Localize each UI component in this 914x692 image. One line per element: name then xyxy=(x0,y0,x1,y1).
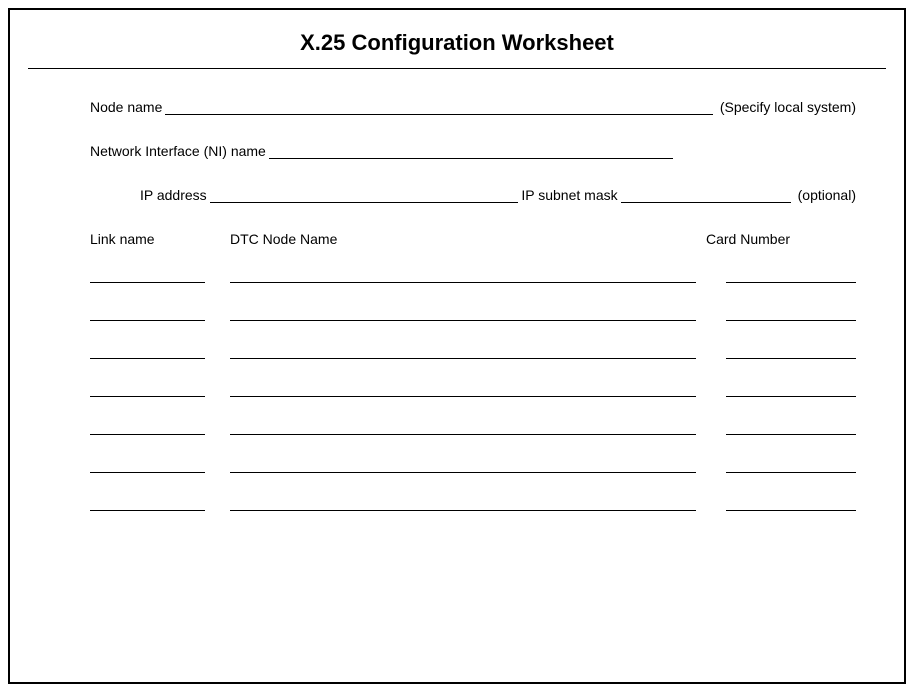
col-header-card-number: Card Number xyxy=(706,231,856,247)
entries-container xyxy=(90,269,856,511)
col-header-link-name: Link name xyxy=(90,231,230,247)
card-number-blank xyxy=(726,345,856,359)
dtc-node-name-blank xyxy=(230,497,696,511)
ip-row: IP address IP subnet mask (optional) xyxy=(90,187,856,203)
col-header-dtc-node-name: DTC Node Name xyxy=(230,231,706,247)
node-name-blank xyxy=(165,101,712,115)
columns-header: Link name DTC Node Name Card Number xyxy=(90,231,856,247)
link-name-blank xyxy=(90,269,205,283)
ip-subnet-label: IP subnet mask xyxy=(521,187,617,203)
dtc-node-name-blank xyxy=(230,421,696,435)
link-name-blank xyxy=(90,383,205,397)
link-name-blank xyxy=(90,459,205,473)
node-name-hint: (Specify local system) xyxy=(720,99,856,115)
link-name-blank xyxy=(90,345,205,359)
node-name-row: Node name (Specify local system) xyxy=(90,99,856,115)
card-number-blank xyxy=(726,307,856,321)
entry-row xyxy=(90,383,856,397)
ip-subnet-blank xyxy=(621,189,791,203)
content-area: Node name (Specify local system) Network… xyxy=(28,99,886,511)
card-number-blank xyxy=(726,497,856,511)
node-name-label: Node name xyxy=(90,99,162,115)
ip-hint: (optional) xyxy=(798,187,856,203)
ni-name-row: Network Interface (NI) name xyxy=(90,143,856,159)
entry-row xyxy=(90,421,856,435)
link-name-blank xyxy=(90,497,205,511)
title-divider xyxy=(28,68,886,69)
ip-address-label: IP address xyxy=(140,187,207,203)
worksheet-container: X.25 Configuration Worksheet Node name (… xyxy=(8,8,906,684)
ni-name-blank xyxy=(269,145,673,159)
dtc-node-name-blank xyxy=(230,269,696,283)
entry-row xyxy=(90,269,856,283)
dtc-node-name-blank xyxy=(230,345,696,359)
card-number-blank xyxy=(726,383,856,397)
entry-row xyxy=(90,459,856,473)
dtc-node-name-blank xyxy=(230,307,696,321)
card-number-blank xyxy=(726,421,856,435)
link-name-blank xyxy=(90,421,205,435)
page-title: X.25 Configuration Worksheet xyxy=(28,30,886,56)
card-number-blank xyxy=(726,269,856,283)
entry-row xyxy=(90,345,856,359)
entry-row xyxy=(90,497,856,511)
dtc-node-name-blank xyxy=(230,383,696,397)
ip-address-blank xyxy=(210,189,519,203)
ni-name-label: Network Interface (NI) name xyxy=(90,143,266,159)
card-number-blank xyxy=(726,459,856,473)
link-name-blank xyxy=(90,307,205,321)
dtc-node-name-blank xyxy=(230,459,696,473)
entry-row xyxy=(90,307,856,321)
